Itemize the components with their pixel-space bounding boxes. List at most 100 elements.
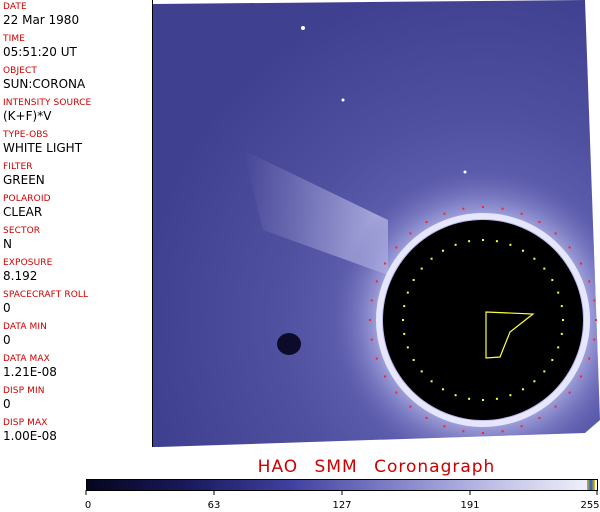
colorbar-saturation-band xyxy=(587,480,595,490)
metadata-entry: DISP MAX 1.00E-08 xyxy=(3,418,57,443)
metadata-entry: DATE 22 Mar 1980 xyxy=(3,2,79,27)
yellow-marker xyxy=(482,399,484,401)
red-marker xyxy=(520,425,523,428)
metadata-value: SUN:CORONA xyxy=(3,77,86,91)
yellow-marker xyxy=(403,332,406,335)
red-marker xyxy=(384,375,387,378)
yellow-marker xyxy=(560,305,563,308)
yellow-marker xyxy=(495,240,498,243)
red-marker xyxy=(482,432,484,434)
metadata-entry: TYPE-OBS WHITE LIGHT xyxy=(3,130,82,155)
red-marker xyxy=(462,207,465,210)
yellow-marker xyxy=(533,380,536,383)
red-marker xyxy=(384,262,387,265)
yellow-marker xyxy=(454,243,457,246)
metadata-label: DATA MIN xyxy=(3,322,47,332)
metadata-entry: EXPOSURE 8.192 xyxy=(3,258,52,283)
yellow-marker xyxy=(430,380,433,383)
red-marker xyxy=(579,375,582,378)
red-marker xyxy=(409,405,412,408)
yellow-marker xyxy=(406,346,409,349)
red-marker xyxy=(593,299,596,302)
metadata-entry: SECTOR N xyxy=(3,226,40,251)
yellow-marker xyxy=(562,319,564,321)
red-marker xyxy=(369,319,371,321)
red-marker xyxy=(501,430,504,433)
yellow-marker xyxy=(420,370,423,373)
metadata-label: OBJECT xyxy=(3,66,37,76)
yellow-marker xyxy=(495,397,498,400)
red-marker xyxy=(501,207,504,210)
yellow-marker xyxy=(543,370,546,373)
metadata-value: 1.21E-08 xyxy=(3,365,57,379)
yellow-marker xyxy=(403,305,406,308)
yellow-marker xyxy=(557,291,560,294)
red-marker xyxy=(395,246,398,249)
metadata-label: TIME xyxy=(3,34,26,44)
metadata-value: 22 Mar 1980 xyxy=(3,13,80,27)
metadata-entry: FILTER GREEN xyxy=(3,162,45,187)
yellow-marker xyxy=(482,239,484,241)
metadata-entry: POLAROID CLEAR xyxy=(3,194,51,219)
yellow-marker xyxy=(522,388,524,391)
metadata-value: 05:51:20 UT xyxy=(3,45,77,59)
red-marker xyxy=(425,416,428,419)
red-marker xyxy=(568,391,571,394)
yellow-marker xyxy=(430,257,433,260)
red-marker xyxy=(588,280,591,283)
metadata-label: FILTER xyxy=(3,162,33,172)
yellow-marker xyxy=(560,332,563,335)
red-marker xyxy=(395,391,398,394)
metadata-label: SPACECRAFT ROLL xyxy=(3,290,89,300)
yellow-marker xyxy=(509,243,512,246)
metadata-value: 0 xyxy=(3,397,11,411)
red-marker xyxy=(568,246,571,249)
red-marker xyxy=(593,338,596,341)
yellow-marker xyxy=(442,388,444,391)
red-marker xyxy=(443,425,446,428)
metadata-label: DATE xyxy=(3,2,27,12)
red-marker xyxy=(579,262,582,265)
metadata-value: (K+F)*V xyxy=(3,109,52,123)
colorbar-label: 63 xyxy=(207,500,221,511)
red-marker xyxy=(554,405,557,408)
red-marker xyxy=(375,280,378,283)
colorbar-label: 255 xyxy=(580,500,600,511)
metadata-label: DATA MAX xyxy=(3,354,50,364)
red-marker xyxy=(538,221,541,224)
metadata-entry: DISP MIN 0 xyxy=(3,386,45,411)
red-marker xyxy=(409,232,412,235)
metadata-entry: OBJECT SUN:CORONA xyxy=(3,66,85,91)
intensity-colorbar xyxy=(86,479,598,491)
metadata-value: GREEN xyxy=(3,173,45,187)
metadata-panel: DATE 22 Mar 1980 TIME 05:51:20 UT OBJECT SUN:… xyxy=(0,0,153,447)
red-marker xyxy=(375,357,378,360)
colorbar-label: 127 xyxy=(332,500,352,511)
yellow-marker xyxy=(406,291,409,294)
yellow-marker xyxy=(509,394,512,397)
yellow-marker xyxy=(522,249,524,252)
red-marker xyxy=(520,212,523,215)
metadata-label: DISP MAX xyxy=(3,418,48,428)
yellow-marker xyxy=(543,267,546,270)
yellow-marker xyxy=(551,279,554,281)
star-spot xyxy=(301,26,305,30)
metadata-entry: DATA MAX 1.21E-08 xyxy=(3,354,57,379)
metadata-entry: TIME 05:51:20 UT xyxy=(3,34,77,59)
yellow-marker xyxy=(420,267,423,270)
red-marker xyxy=(538,416,541,419)
coronagraph-image xyxy=(153,0,600,447)
metadata-label: TYPE-OBS xyxy=(3,130,49,140)
metadata-value: 8.192 xyxy=(3,269,38,283)
metadata-label: POLAROID xyxy=(3,194,51,204)
yellow-marker xyxy=(412,359,415,361)
yellow-marker xyxy=(468,240,471,243)
metadata-value: 1.00E-08 xyxy=(3,429,57,443)
red-marker xyxy=(482,206,484,208)
metadata-entry: SPACECRAFT ROLL 0 xyxy=(3,290,88,315)
instrument-title: HAO SMM Coronagraph xyxy=(257,457,496,477)
yellow-marker xyxy=(468,397,471,400)
star-spot xyxy=(341,98,345,102)
red-marker xyxy=(425,221,428,224)
colorbar-label: 0 xyxy=(84,500,92,511)
